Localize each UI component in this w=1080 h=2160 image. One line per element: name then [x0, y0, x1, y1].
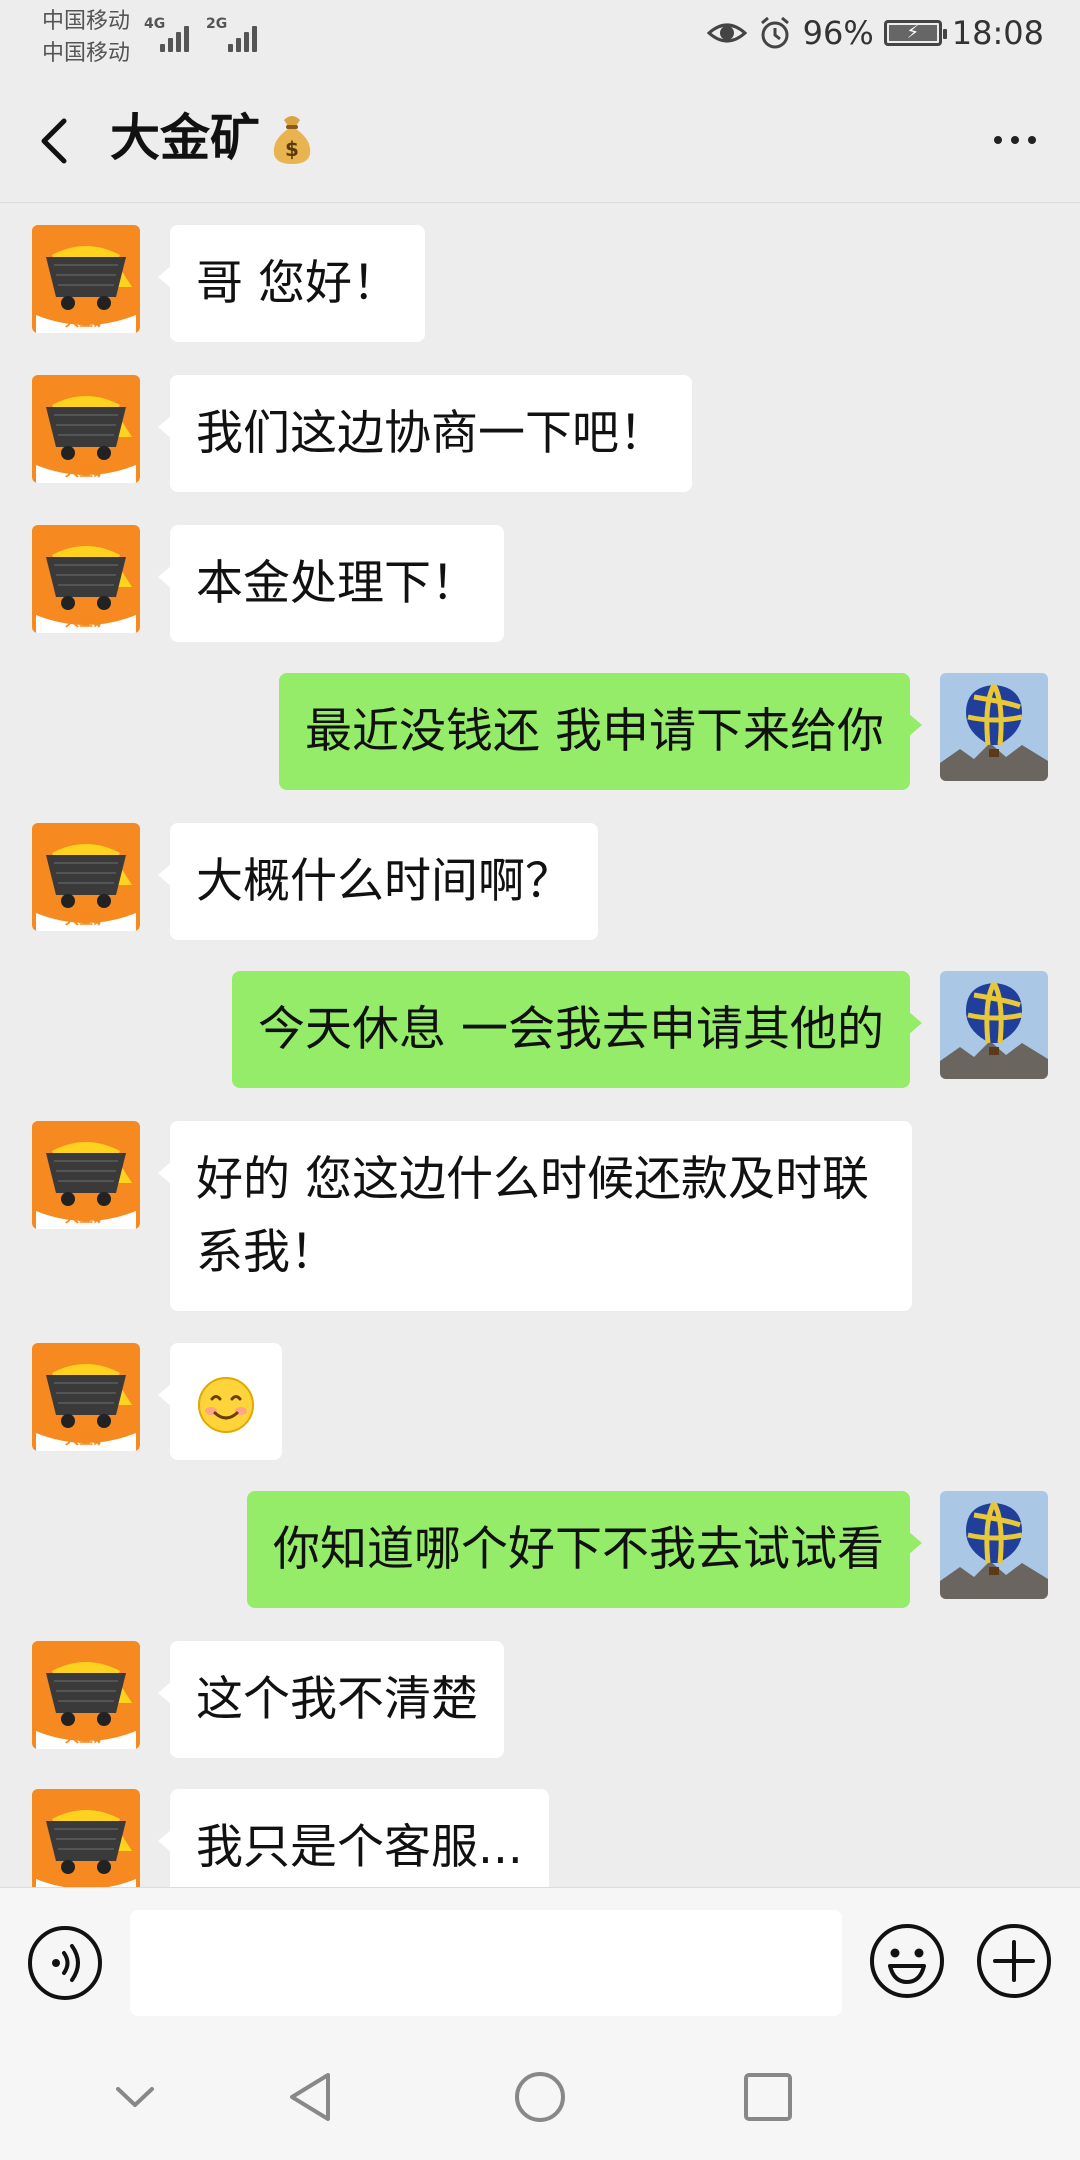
- incoming-message-bubble[interactable]: 大概什么时间啊？: [158, 823, 598, 940]
- status-bar: 中国移动 中国移动 4G 2G 96% ⚡ 18:08: [0, 0, 1080, 75]
- carrier-2: 中国移动: [42, 41, 131, 66]
- outgoing-message-bubble[interactable]: 最近没钱还 我申请下来给你: [279, 673, 922, 790]
- nav-home-circle-icon[interactable]: [510, 2067, 570, 2127]
- self-avatar[interactable]: [940, 673, 1048, 781]
- svg-text:$: $: [285, 137, 299, 161]
- hot-air-balloon-avatar-icon: [940, 673, 1048, 781]
- carrier-labels: 中国移动 中国移动: [42, 6, 130, 70]
- incoming-message-bubble[interactable]: 这个我不清楚: [158, 1641, 504, 1758]
- mine-cart-avatar-icon: 大金矿: [32, 375, 140, 483]
- outgoing-message-bubble[interactable]: 今天休息 一会我去申请其他的: [232, 971, 922, 1088]
- outgoing-message-bubble[interactable]: 你知道哪个好下不我去试试看: [247, 1491, 922, 1608]
- battery-percent: 96%: [802, 14, 874, 52]
- incoming-message-bubble[interactable]: 我只是个客服...: [158, 1789, 549, 1887]
- emoji-button-icon[interactable]: [868, 1922, 946, 2000]
- contact-avatar[interactable]: 大金矿: [32, 1789, 140, 1887]
- message-input[interactable]: [130, 1910, 842, 2016]
- network-type-2: 2G: [206, 16, 228, 32]
- system-navigation-bar: [0, 2037, 1080, 2160]
- nav-back-triangle-icon[interactable]: [280, 2067, 340, 2127]
- money-bag-icon: $: [273, 116, 311, 164]
- more-functions-plus-icon[interactable]: [975, 1922, 1053, 2000]
- avatar-brand-text: 大金矿: [65, 613, 107, 630]
- hot-air-balloon-avatar-icon: [940, 971, 1048, 1079]
- contact-avatar[interactable]: 大金矿: [32, 1121, 140, 1229]
- contact-avatar[interactable]: 大金矿: [32, 1343, 140, 1451]
- alarm-icon: [760, 16, 789, 49]
- incoming-message-bubble[interactable]: 我们这边协商一下吧！: [158, 375, 692, 492]
- back-arrow-icon[interactable]: [30, 111, 80, 171]
- self-avatar[interactable]: [940, 1491, 1048, 1599]
- clock-time: 18:08: [951, 14, 1044, 52]
- avatar-brand-text: 大金矿: [65, 463, 107, 480]
- battery-icon: ⚡: [883, 20, 947, 46]
- mine-cart-avatar-icon: 大金矿: [32, 525, 140, 633]
- voice-input-icon[interactable]: [26, 1924, 104, 2002]
- input-bar: [0, 1887, 1080, 2037]
- chat-header: 大金矿 $: [0, 75, 1080, 203]
- self-avatar[interactable]: [940, 971, 1048, 1079]
- contact-avatar[interactable]: 大金矿: [32, 225, 140, 333]
- contact-avatar[interactable]: 大金矿: [32, 1641, 140, 1749]
- chat-title-text: 大金矿: [110, 109, 260, 167]
- avatar-brand-text: 大金矿: [65, 911, 107, 928]
- signal-4g-icon: 4G: [144, 16, 200, 52]
- status-right: 96% ⚡ 18:08: [706, 14, 1044, 52]
- smiling-face-icon: [198, 1376, 254, 1433]
- incoming-message-bubble[interactable]: 好的 您这边什么时候还款及时联系我！: [158, 1121, 912, 1311]
- avatar-brand-text: 大金矿: [65, 1877, 107, 1887]
- mine-cart-avatar-icon: 大金矿: [32, 1121, 140, 1229]
- avatar-brand-text: 大金矿: [65, 1209, 107, 1226]
- mine-cart-avatar-icon: 大金矿: [32, 1641, 140, 1749]
- carrier-1: 中国移动: [42, 9, 131, 34]
- contact-avatar[interactable]: 大金矿: [32, 375, 140, 483]
- avatar-brand-text: 大金矿: [65, 1729, 107, 1746]
- incoming-emoji-bubble[interactable]: [158, 1343, 282, 1460]
- hide-keyboard-chevron-icon[interactable]: [110, 2077, 160, 2117]
- contact-avatar[interactable]: 大金矿: [32, 823, 140, 931]
- mine-cart-avatar-icon: 大金矿: [32, 823, 140, 931]
- eye-icon: [706, 23, 747, 43]
- avatar-brand-text: 大金矿: [65, 1431, 107, 1448]
- incoming-message-bubble[interactable]: 哥 您好！: [158, 225, 425, 342]
- mine-cart-avatar-icon: 大金矿: [32, 225, 140, 333]
- mine-cart-avatar-icon: 大金矿: [32, 1343, 140, 1451]
- more-options-button[interactable]: [980, 115, 1050, 165]
- hot-air-balloon-avatar-icon: [940, 1491, 1048, 1599]
- nav-recent-apps-square-icon[interactable]: [740, 2069, 796, 2125]
- message-list[interactable]: 大金矿 哥 您好！ 大金矿 我们这边协商一下吧！ 大金矿 本金处理下！ 最近没钱…: [0, 203, 1080, 1887]
- avatar-brand-text: 大金矿: [65, 313, 107, 330]
- mine-cart-avatar-icon: 大金矿: [32, 1789, 140, 1887]
- incoming-message-bubble[interactable]: 本金处理下！: [158, 525, 504, 642]
- contact-avatar[interactable]: 大金矿: [32, 525, 140, 633]
- signal-2g-icon: 2G: [206, 16, 262, 52]
- chat-title: 大金矿 $: [110, 105, 316, 171]
